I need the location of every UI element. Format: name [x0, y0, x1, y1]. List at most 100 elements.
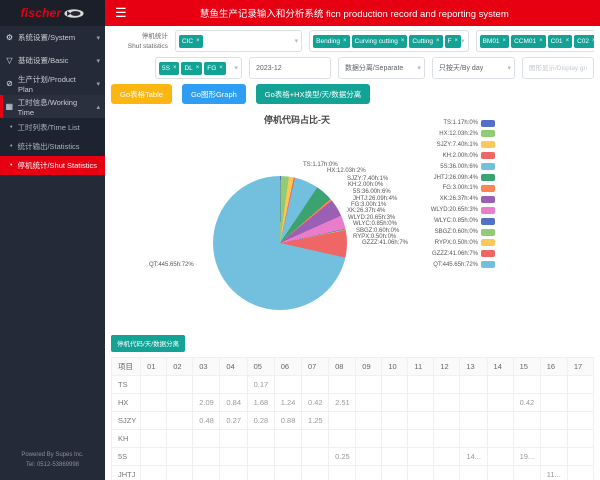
month-input[interactable]: [249, 57, 331, 79]
app-window: fischer ⚙系统设置/System▾▽基础设置/Basic▾⊘生产计划/P…: [0, 0, 600, 480]
legend-item[interactable]: FG:3.00h:1%: [365, 184, 495, 193]
table-cell: [167, 429, 193, 447]
filter-tag[interactable]: Curving cutting×: [352, 35, 408, 48]
legend-item[interactable]: RYPX:0.50h:0%: [365, 238, 495, 247]
table-cell: [301, 429, 328, 447]
filter-tag[interactable]: DL ×: [181, 62, 202, 75]
filter-tag[interactable]: 5S×: [159, 62, 179, 75]
legend-swatch: [481, 152, 495, 159]
filter-tag[interactable]: FG×: [204, 62, 226, 75]
filter-tag-label: DL: [184, 65, 192, 72]
table-cell: [301, 375, 328, 393]
display-graph-input[interactable]: [522, 57, 594, 79]
table-cell: [329, 429, 356, 447]
sidebar-subitem[interactable]: •工时列表/Time List: [0, 118, 105, 137]
table-header-cell: 09: [356, 357, 382, 375]
table-cell: [220, 375, 247, 393]
separate-select[interactable]: 数据分离/Separate ▾: [338, 57, 425, 79]
legend-swatch: [481, 250, 495, 257]
by-day-select-value: 只按天/By day: [436, 63, 483, 73]
sidebar-menu: ⚙系统设置/System▾▽基础设置/Basic▾⊘生产计划/Product P…: [0, 26, 105, 118]
table-cell: [167, 393, 193, 411]
table-cell: [220, 429, 247, 447]
sidebar-item-label: 工时信息/Working Time: [18, 97, 93, 117]
shut-code-select[interactable]: CIC×▾: [175, 30, 302, 52]
table-cell: [220, 447, 247, 465]
table-cell: 0.48: [193, 411, 220, 429]
go-combined-button[interactable]: Go表格+HX换型/天/数据分离: [256, 84, 370, 104]
legend-item[interactable]: WLYD:20.65h:3%: [365, 206, 495, 215]
filter-tag[interactable]: BM01×: [480, 35, 510, 48]
close-icon[interactable]: ×: [503, 38, 507, 44]
table-cell: 0.84: [220, 393, 247, 411]
sidebar-item-gear[interactable]: ⚙系统设置/System▾: [0, 26, 105, 49]
legend-item[interactable]: XK:26.37h:4%: [365, 195, 495, 204]
chevron-down-icon: ▾: [417, 64, 421, 72]
legend-item[interactable]: SBGZ:0.60h:0%: [365, 228, 495, 237]
filter-tag[interactable]: Cutting×: [409, 35, 442, 48]
table-cell: [356, 429, 382, 447]
table-cell: [356, 411, 382, 429]
table-cell: [460, 393, 487, 411]
shift-select[interactable]: 5S×DL×FG×▾: [155, 57, 242, 79]
legend-item[interactable]: HX:12.03h:2%: [365, 129, 495, 138]
footer-phone: Tel: 0512-53869998: [0, 460, 105, 470]
legend-item[interactable]: TS:1.17h:0%: [365, 119, 495, 128]
filter-icon: ▽: [5, 56, 14, 65]
legend-item[interactable]: JHTJ:26.09h:4%: [365, 173, 495, 182]
sidebar-item-filter[interactable]: ▽基础设置/Basic▾: [0, 49, 105, 72]
filter-tag[interactable]: Bending×: [313, 35, 349, 48]
hamburger-icon[interactable]: ☰: [115, 5, 127, 21]
action-buttons: Go表格Table Go图形Graph Go表格+HX换型/天/数据分离: [111, 84, 594, 104]
table-cell: 1.25: [301, 411, 328, 429]
close-icon[interactable]: ×: [343, 38, 347, 44]
close-icon[interactable]: ×: [592, 38, 594, 44]
legend-swatch: [481, 163, 495, 170]
chevron-down-icon: ▾: [461, 37, 465, 45]
go-graph-button[interactable]: Go图形Graph: [182, 84, 246, 104]
sidebar-item-calendar[interactable]: ▦工时信息/Working Time▴: [0, 95, 105, 118]
filter-tag-label: C01: [551, 38, 563, 45]
chevron-down-icon: ▾: [96, 80, 100, 88]
process-type-select[interactable]: Bending×Curving cutting×Cutting×F×▾: [309, 30, 468, 52]
close-icon[interactable]: ×: [196, 38, 200, 44]
filter-tag[interactable]: F×: [445, 35, 462, 48]
legend-swatch: [481, 239, 495, 246]
table-header-cell: 16: [540, 357, 567, 375]
filter-tag[interactable]: CIC×: [179, 35, 203, 48]
table-cell: 0.42: [301, 393, 328, 411]
table-cell: [487, 429, 513, 447]
legend-swatch: [481, 185, 495, 192]
legend-item[interactable]: SJZY:7.40h:1%: [365, 140, 495, 149]
legend-item[interactable]: GZZZ:41.06h:7%: [365, 249, 495, 258]
legend-item[interactable]: QT:445.65h:72%: [365, 260, 495, 269]
table-cell: [301, 447, 328, 465]
sidebar: fischer ⚙系统设置/System▾▽基础设置/Basic▾⊘生产计划/P…: [0, 0, 105, 480]
filter-tag[interactable]: C01×: [548, 35, 572, 48]
close-icon[interactable]: ×: [455, 38, 459, 44]
by-day-select[interactable]: 只按天/By day ▾: [432, 57, 515, 79]
legend-item[interactable]: 5S:36.00h:6%: [365, 162, 495, 171]
app-title: 慧鱼生产记录输入和分析系统 ficn production record and…: [139, 6, 600, 20]
close-icon[interactable]: ×: [436, 38, 440, 44]
table-cell: [434, 429, 460, 447]
pie-chart[interactable]: [213, 176, 347, 310]
close-icon[interactable]: ×: [219, 65, 223, 71]
table-cell: [247, 429, 274, 447]
sidebar-subitem[interactable]: •停机统计/Shut Statistics: [0, 156, 105, 175]
go-table-button[interactable]: Go表格Table: [111, 84, 172, 104]
legend-item[interactable]: KH:2.00h:0%: [365, 151, 495, 160]
filter-tag[interactable]: C02×: [574, 35, 594, 48]
table-row: TS0.17: [112, 375, 594, 393]
close-icon[interactable]: ×: [196, 65, 200, 71]
close-icon[interactable]: ×: [539, 38, 543, 44]
close-icon[interactable]: ×: [401, 38, 405, 44]
table-cell: [382, 447, 408, 465]
close-icon[interactable]: ×: [173, 65, 177, 71]
sidebar-subitem[interactable]: •统计输出/Statistics: [0, 137, 105, 156]
legend-item[interactable]: WLYC:0.85h:0%: [365, 217, 495, 226]
filter-tag[interactable]: CCM01×: [511, 35, 546, 48]
close-icon[interactable]: ×: [566, 38, 570, 44]
machine-select[interactable]: BM01×CCM01×C01×C02×: [476, 30, 594, 52]
sidebar-item-plan[interactable]: ⊘生产计划/Product Plan▾: [0, 72, 105, 95]
